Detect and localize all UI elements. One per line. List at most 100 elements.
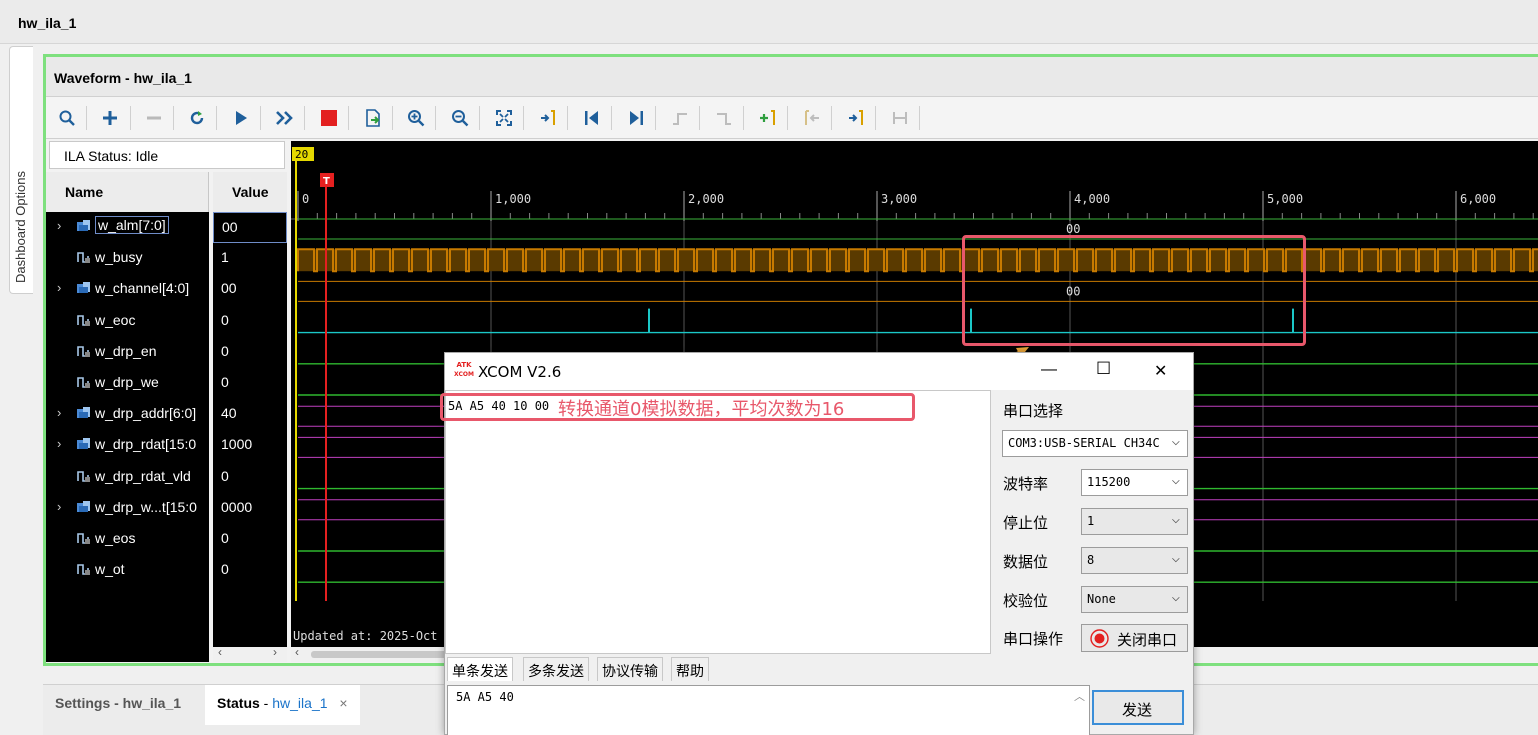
toolbar-separator xyxy=(743,106,744,130)
updated-at-text: Updated at: 2025-Oct xyxy=(293,629,438,643)
signal-value-row[interactable]: 0000 xyxy=(213,493,287,524)
signal-value-row[interactable]: 0 xyxy=(213,462,287,493)
dashboard-options-label: Dashboard Options xyxy=(13,170,28,283)
tab-protocol[interactable]: 协议传输 xyxy=(597,657,663,681)
minus-icon[interactable] xyxy=(143,107,165,129)
close-port-button[interactable]: 关闭串口 xyxy=(1081,624,1188,652)
tab-settings[interactable]: Settings - hw_ila_1 xyxy=(43,685,193,725)
signal-row[interactable]: › w_channel[4:0] xyxy=(46,274,209,305)
next-transition-icon[interactable] xyxy=(713,107,735,129)
tab-status-link: hw_ila_1 xyxy=(272,695,328,711)
scroll-right-icon[interactable]: › xyxy=(273,645,277,659)
wire-signal-icon xyxy=(77,345,90,357)
value-scrollbar[interactable]: ‹ › xyxy=(213,645,287,662)
scroll-thumb[interactable] xyxy=(311,651,461,658)
dashboard-options-tab[interactable]: Dashboard Options xyxy=(9,46,33,294)
signal-value-row[interactable]: 0 xyxy=(213,306,287,337)
port-select[interactable]: COM3:USB-SERIAL CH34C ⌵ xyxy=(1002,430,1188,457)
swap-icon[interactable] xyxy=(889,107,911,129)
scroll-up-icon[interactable]: ︿ xyxy=(1074,688,1085,704)
signal-value-row[interactable]: 00 xyxy=(213,212,287,243)
send-button[interactable]: 发送 xyxy=(1092,690,1184,725)
signal-value: 40 xyxy=(221,405,237,422)
signal-value-row[interactable]: 0 xyxy=(213,524,287,555)
signal-row[interactable]: w_drp_en xyxy=(46,337,209,368)
tab-help[interactable]: 帮助 xyxy=(671,657,709,681)
scroll-left-icon[interactable]: ‹ xyxy=(218,645,222,659)
stop-icon[interactable] xyxy=(318,107,340,129)
expand-icon[interactable]: › xyxy=(57,499,61,514)
expand-icon[interactable]: › xyxy=(57,280,61,295)
expand-icon[interactable]: › xyxy=(57,436,61,451)
signal-row[interactable]: › w_alm[7:0] xyxy=(46,212,209,243)
signal-row[interactable]: w_drp_we xyxy=(46,368,209,399)
zoom-out-icon[interactable] xyxy=(449,107,471,129)
ruler-tick-label: 5,000 xyxy=(1267,192,1303,206)
marker-icon[interactable] xyxy=(537,107,559,129)
expand-icon[interactable]: › xyxy=(57,218,61,233)
tab-settings-label: Settings - hw_ila_1 xyxy=(55,695,182,711)
close-port-label: 关闭串口 xyxy=(1117,631,1178,649)
go-start-icon[interactable] xyxy=(581,107,603,129)
tab-multi-send[interactable]: 多条发送 xyxy=(523,657,589,681)
toolbar-separator xyxy=(304,106,305,130)
signal-value: 1 xyxy=(221,249,229,266)
run-fast-icon[interactable] xyxy=(274,107,296,129)
signal-row[interactable]: w_eoc xyxy=(46,306,209,337)
signal-row[interactable]: › w_drp_w...t[15:0 xyxy=(46,493,209,524)
signal-value-row[interactable]: 1000 xyxy=(213,430,287,461)
maximize-icon[interactable]: ☐ xyxy=(1096,359,1111,379)
signal-value-row[interactable]: 0 xyxy=(213,337,287,368)
signal-row[interactable]: w_drp_rdat_vld xyxy=(46,462,209,493)
signal-value-row[interactable]: 00 xyxy=(213,274,287,305)
baud-select[interactable]: 115200 ⌵ xyxy=(1081,469,1188,496)
signal-value-row[interactable]: 1 xyxy=(213,243,287,274)
receive-area[interactable]: 5A A5 40 10 00 转换通道0模拟数据，平均次数为16 xyxy=(445,390,991,654)
tab-single-send[interactable]: 单条发送 xyxy=(447,657,513,681)
signal-row[interactable]: w_busy xyxy=(46,243,209,274)
zoom-fit-icon[interactable] xyxy=(493,107,515,129)
bus-signal-icon xyxy=(77,220,90,231)
scroll-left-icon[interactable]: ‹ xyxy=(295,645,299,659)
expand-icon[interactable]: › xyxy=(57,405,61,420)
ila-status-text: ILA Status: Idle xyxy=(64,148,159,164)
signal-value-row[interactable]: 0 xyxy=(213,555,287,586)
tab-status[interactable]: Status - hw_ila_1 × xyxy=(205,685,360,725)
go-end-icon[interactable] xyxy=(625,107,647,129)
plus-icon[interactable] xyxy=(99,107,121,129)
stop-bits-select[interactable]: 1 ⌵ xyxy=(1081,508,1188,535)
signal-row[interactable]: w_eos xyxy=(46,524,209,555)
zoom-in-icon[interactable] xyxy=(405,107,427,129)
signal-name: w_channel[4:0] xyxy=(95,280,190,297)
close-icon[interactable]: × xyxy=(339,695,347,711)
search-icon[interactable] xyxy=(56,107,78,129)
data-bits-select[interactable]: 8 ⌵ xyxy=(1081,547,1188,574)
add-marker-icon[interactable] xyxy=(757,107,779,129)
value-column-label: Value xyxy=(232,184,269,200)
export-icon[interactable] xyxy=(362,107,384,129)
signal-value: 1000 xyxy=(221,436,253,453)
bus-signal-icon xyxy=(77,500,90,512)
prev-transition-icon[interactable] xyxy=(669,107,691,129)
signal-row[interactable]: › w_drp_rdat[15:0 xyxy=(46,430,209,461)
value-column-header[interactable]: Value xyxy=(213,172,287,212)
parity-select[interactable]: None ⌵ xyxy=(1081,586,1188,613)
next-marker-icon[interactable] xyxy=(845,107,867,129)
run-icon[interactable] xyxy=(230,107,252,129)
toolbar-separator xyxy=(567,106,568,130)
refresh-icon[interactable] xyxy=(186,107,208,129)
prev-marker-icon[interactable] xyxy=(801,107,823,129)
name-column-header[interactable]: Name xyxy=(46,172,209,212)
close-icon[interactable]: ✕ xyxy=(1154,361,1167,381)
port-status-icon xyxy=(1090,629,1109,648)
tab-status-sep: - xyxy=(259,695,273,711)
signal-row[interactable]: w_ot xyxy=(46,555,209,586)
send-input[interactable]: 5A A5 40 ︿ xyxy=(447,685,1090,735)
minimize-icon[interactable]: — xyxy=(1041,361,1057,379)
signal-row[interactable]: › w_drp_addr[6:0] xyxy=(46,399,209,430)
data-bits-label: 数据位 xyxy=(1003,553,1049,571)
signal-name: w_drp_rdat_vld xyxy=(95,467,191,484)
signal-value-row[interactable]: 40 xyxy=(213,399,287,430)
signal-value-row[interactable]: 0 xyxy=(213,368,287,399)
xcom-logo-bottom: XCOM xyxy=(454,371,474,378)
